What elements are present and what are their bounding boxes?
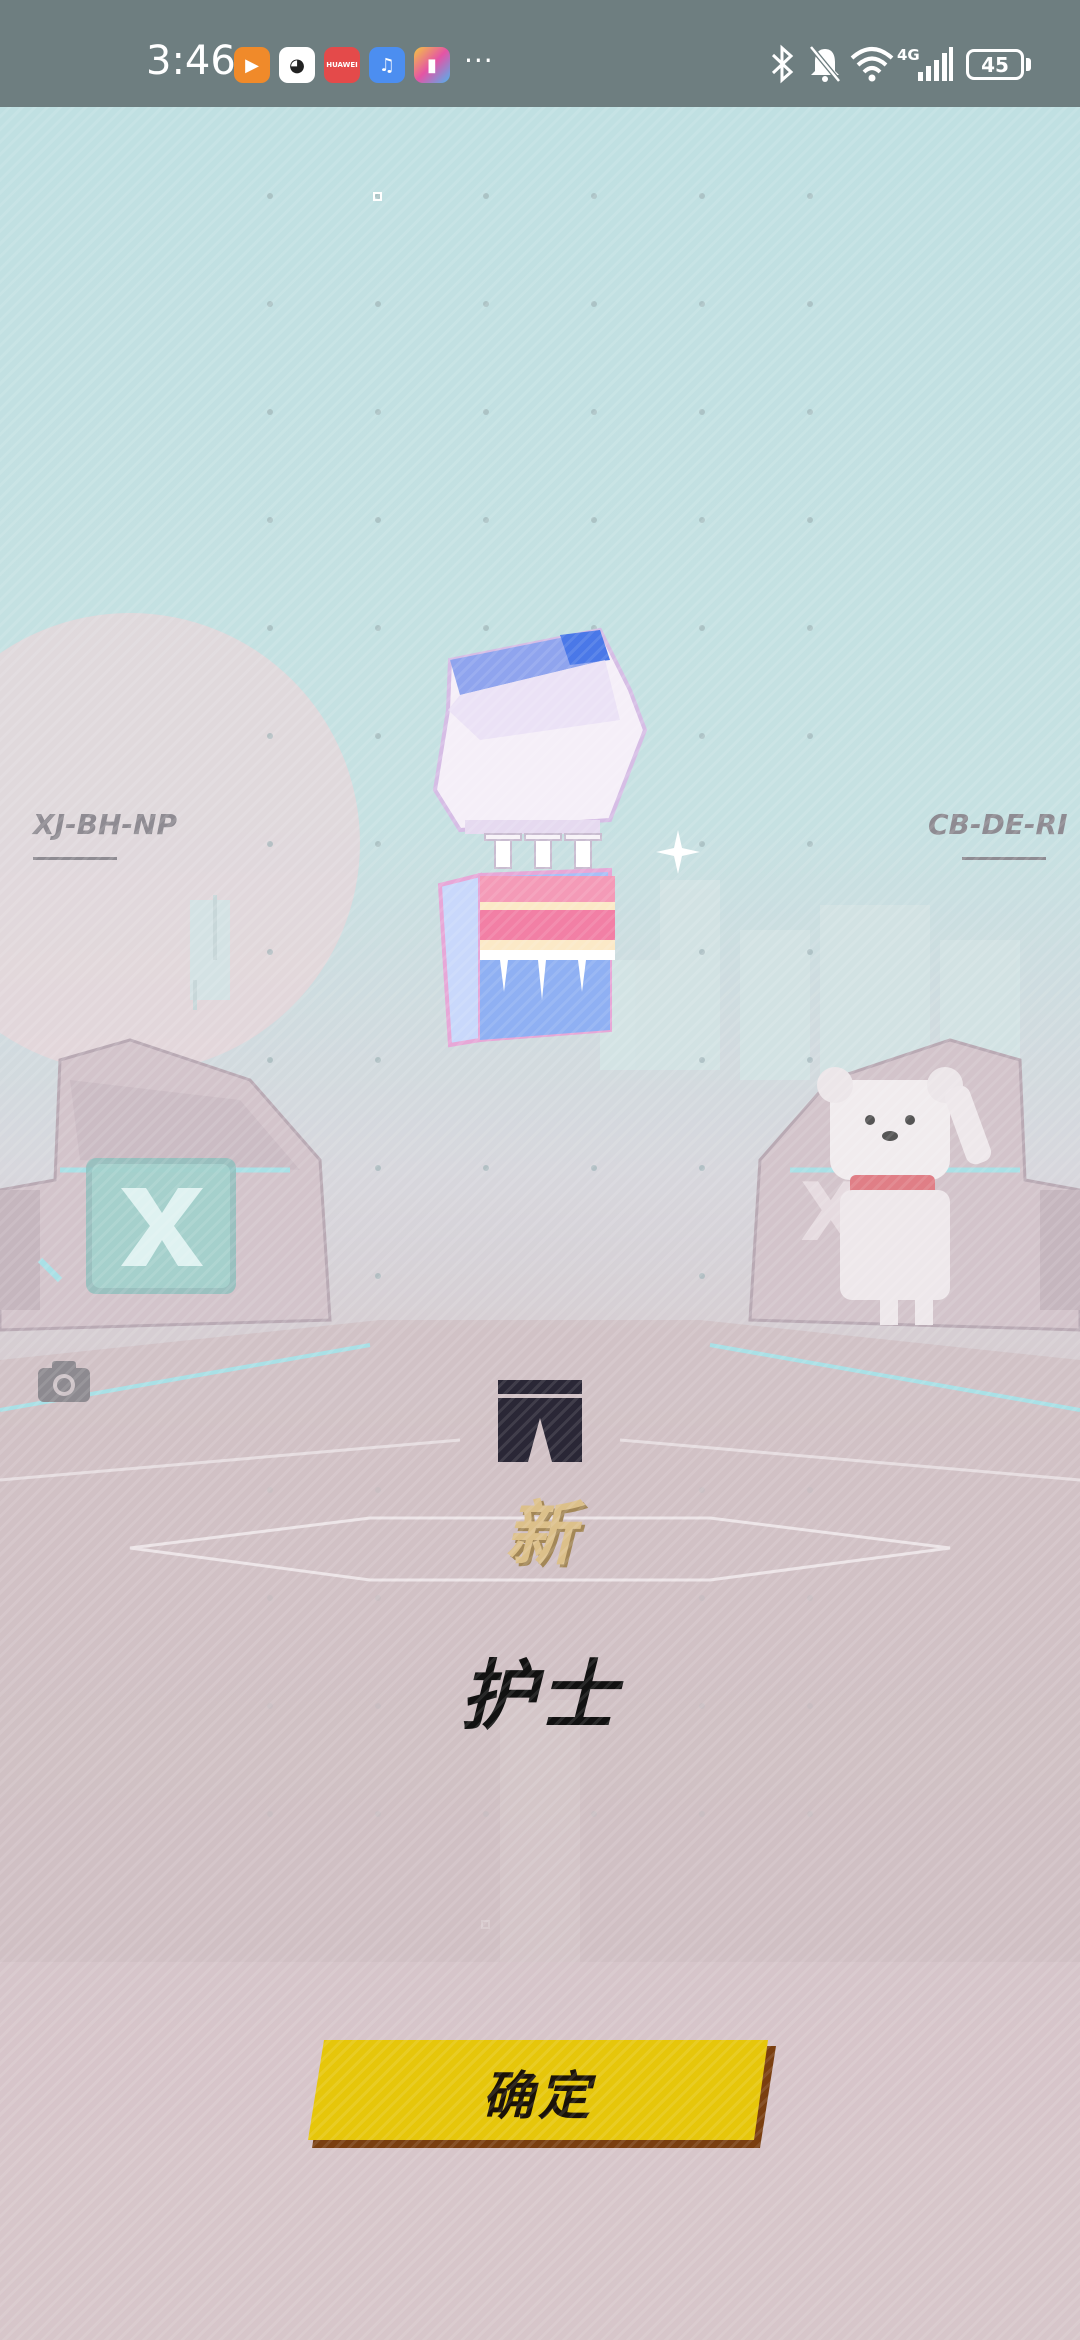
status-time: 3:46: [146, 38, 236, 84]
game-screen: X XJ-BH-NP CB-DE-RI 新 护士 确定 3:46 ▶ ◕ HUA…: [0, 0, 1080, 2340]
qq-icon: ◕: [279, 47, 315, 83]
new-badge: 新: [505, 1493, 575, 1575]
more-notifications-indicator: ···: [464, 44, 494, 77]
item-name-label: 护士: [460, 1651, 620, 1740]
right-code-underline: [962, 857, 1046, 860]
signal-icon: [918, 47, 953, 81]
paint-app-icon: ▮: [414, 47, 450, 83]
battery-level: 45: [981, 52, 1009, 77]
music-icon: ♫: [369, 47, 405, 83]
bluetooth-icon: [771, 44, 794, 84]
video-app-icon: ▶: [234, 47, 270, 83]
nurse-base-model: [437, 867, 615, 1048]
huawei-store-text: HUAWEI: [326, 61, 358, 69]
battery-icon: 45: [966, 49, 1024, 80]
syringe-model: [484, 833, 602, 869]
confirm-button[interactable]: 确定: [308, 2040, 776, 2148]
pants-category-icon: [498, 1380, 582, 1462]
sun-shape: [0, 613, 360, 1073]
status-bar: 3:46 ▶ ◕ HUAWEI ♫ ▮ ··· 4G 45: [0, 0, 1080, 107]
sparkle-icon: [656, 830, 700, 874]
confirm-label: 确定: [481, 2066, 594, 2127]
right-code-label: CB-DE-RI: [928, 808, 1068, 841]
wifi-icon: [850, 47, 894, 82]
left-code-underline: [33, 857, 117, 860]
camera-icon[interactable]: [36, 1358, 92, 1404]
left-code-label: XJ-BH-NP: [33, 808, 177, 841]
x-logo-panel: [86, 1158, 236, 1294]
nurse-cap-model: [432, 627, 648, 834]
huawei-store-icon: HUAWEI: [324, 47, 360, 83]
nurse-item-model: [432, 627, 648, 1048]
mute-icon: [809, 45, 841, 83]
battery-tip: [1026, 58, 1031, 71]
